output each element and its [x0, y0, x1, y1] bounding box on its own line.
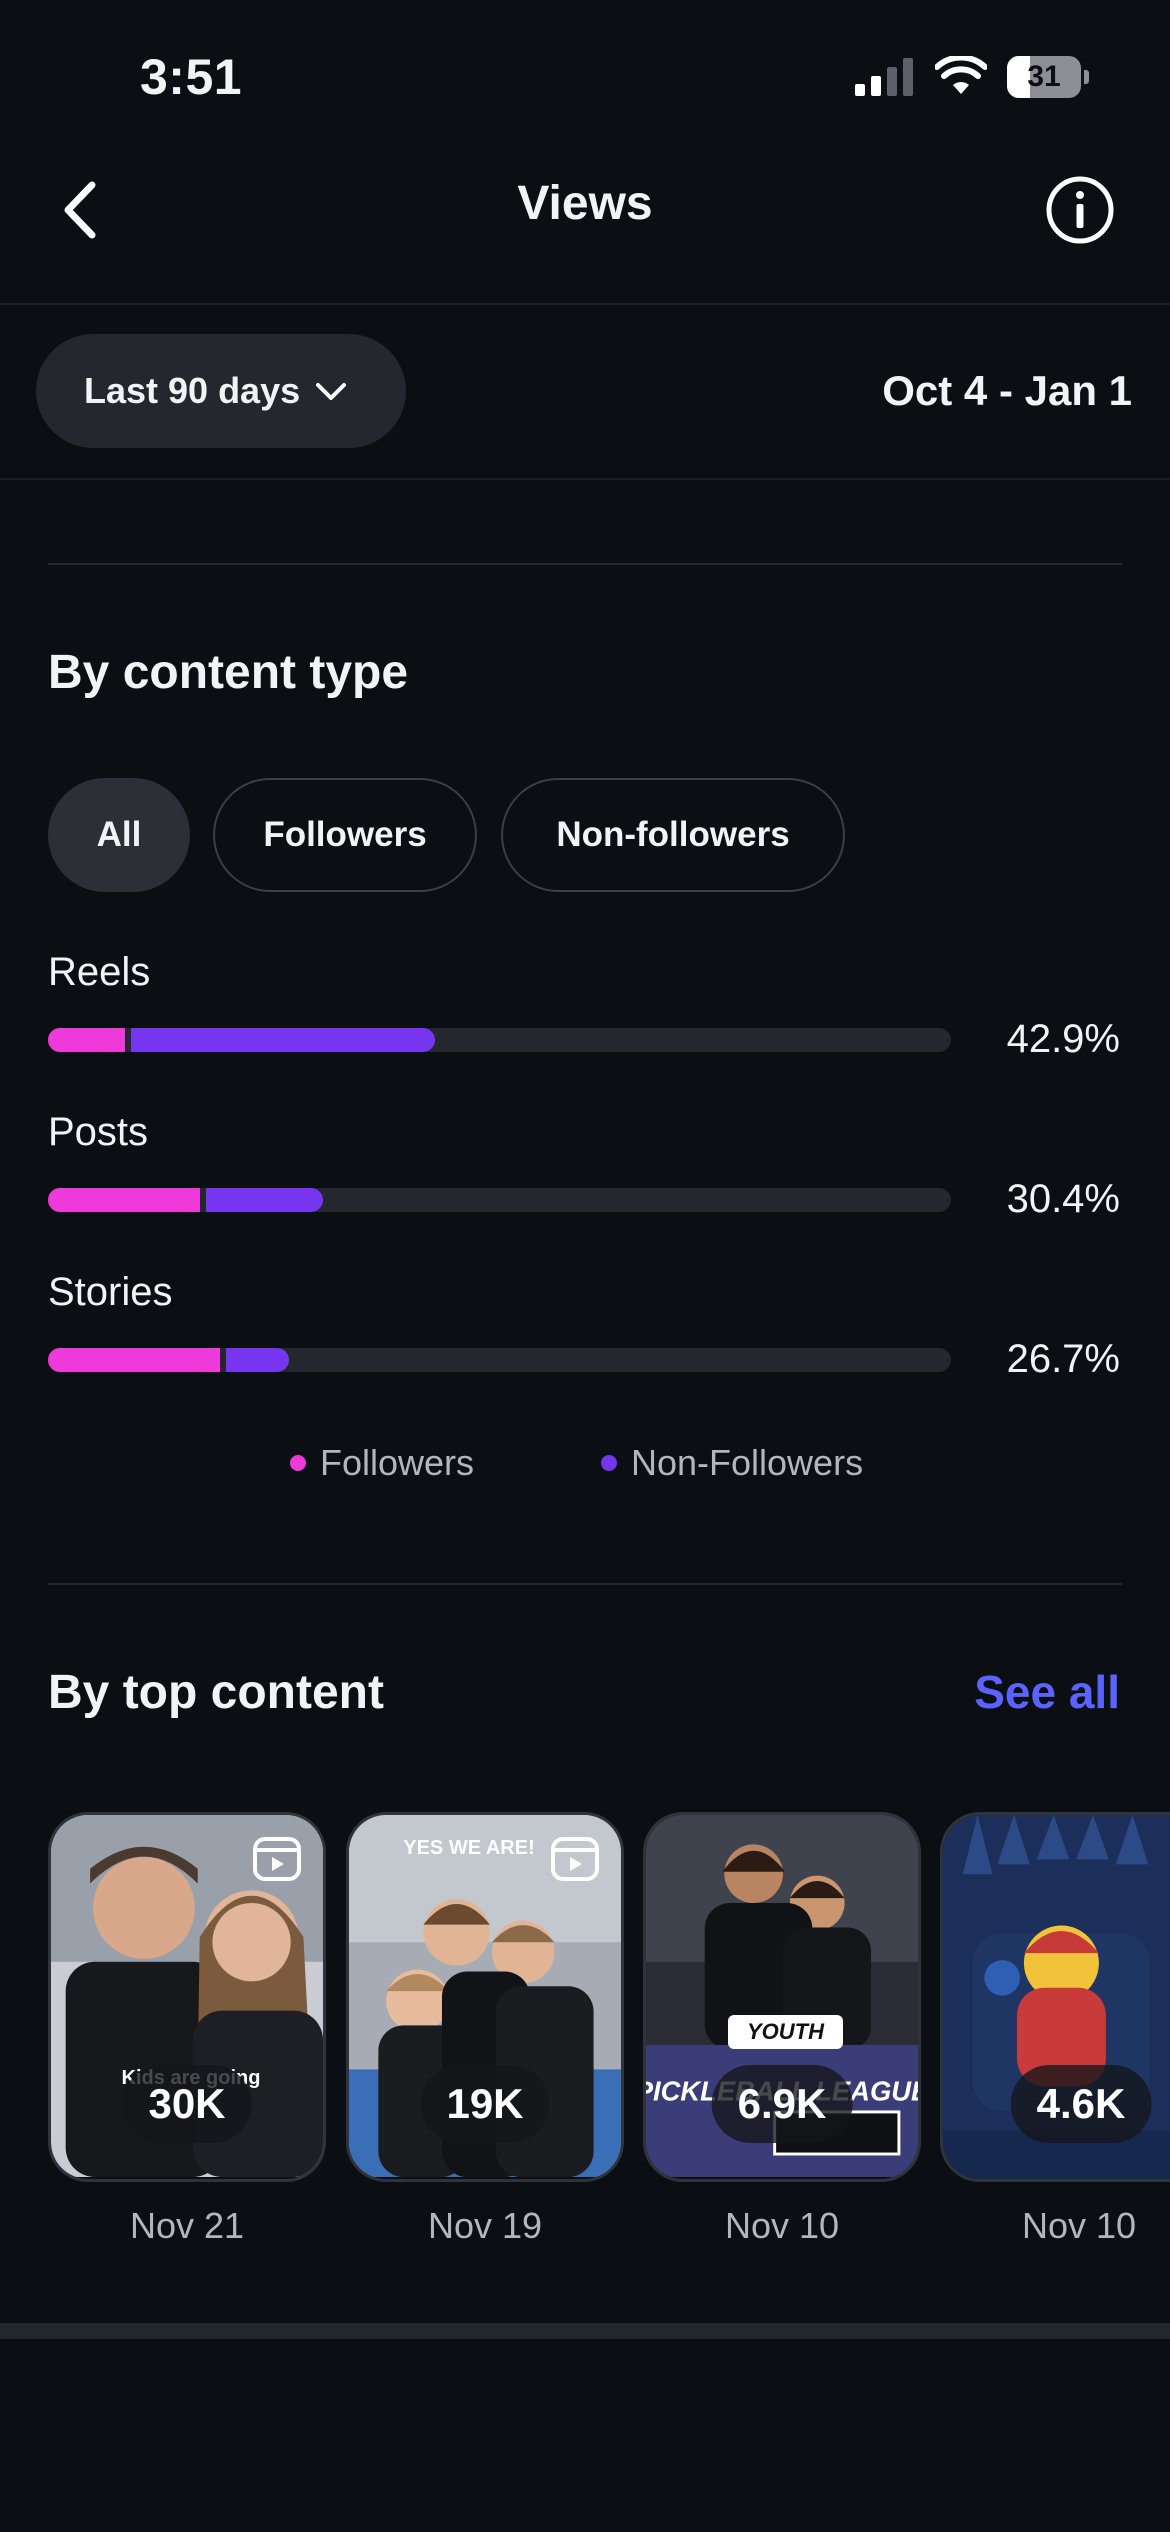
top-content-title: By top content — [48, 1666, 384, 1719]
thumbnail-date: Nov 19 — [427, 2205, 543, 2246]
battery-indicator: 31 — [1007, 56, 1089, 98]
thumbnail-date: Nov 21 — [129, 2205, 245, 2246]
thumbnail-date: Nov 10 — [724, 2205, 840, 2246]
view-count-badge: 19K — [420, 2065, 550, 2143]
reels-non-followers-segment — [130, 1028, 436, 1052]
chevron-down-icon — [316, 383, 347, 400]
section-divider — [48, 1583, 1122, 1585]
stories-percent: 26.7% — [1006, 1337, 1120, 1381]
thumbnail-badge: YOUTH — [728, 2015, 843, 2049]
cellular-signal-icon — [855, 58, 913, 96]
reel-icon — [253, 1837, 301, 1881]
nav-bar: Views — [0, 150, 1170, 305]
posts-label: Posts — [48, 1110, 149, 1154]
wifi-icon — [935, 56, 987, 94]
content-type-title: By content type — [48, 646, 409, 699]
status-time: 3:51 — [140, 49, 243, 105]
top-content-thumbnail[interactable]: 4.6K — [940, 1812, 1170, 2182]
chart-legend: Followers Non-Followers — [0, 1442, 1170, 1492]
status-bar: 3:51 31 — [0, 0, 1170, 150]
reels-bar — [48, 1028, 951, 1052]
legend-followers: Followers — [290, 1442, 474, 1484]
view-count-badge: 30K — [122, 2065, 252, 2143]
thumbnail-date: Nov 10 — [1021, 2205, 1137, 2246]
posts-followers-segment — [48, 1188, 200, 1212]
date-range-dropdown[interactable]: Last 90 days — [36, 334, 406, 448]
view-count-badge: 6.9K — [711, 2065, 853, 2143]
legend-non-followers-label: Non-Followers — [631, 1442, 864, 1483]
see-all-link[interactable]: See all — [974, 1665, 1120, 1719]
legend-dot-non-followers — [601, 1455, 617, 1471]
stories-label: Stories — [48, 1270, 173, 1314]
filter-row: Last 90 days Oct 4 - Jan 1 — [0, 307, 1170, 480]
section-divider — [48, 563, 1122, 565]
date-range-text: Oct 4 - Jan 1 — [882, 367, 1132, 414]
reels-percent: 42.9% — [1006, 1017, 1120, 1061]
battery-icon: 31 — [1007, 56, 1081, 98]
info-icon[interactable] — [1045, 175, 1115, 245]
posts-non-followers-segment — [205, 1188, 323, 1212]
legend-dot-followers — [290, 1455, 306, 1471]
posts-percent: 30.4% — [1006, 1177, 1120, 1221]
battery-cap — [1084, 70, 1089, 84]
reels-followers-segment — [48, 1028, 125, 1052]
reels-label: Reels — [48, 950, 151, 994]
legend-non-followers: Non-Followers — [601, 1442, 863, 1484]
page-title: Views — [517, 177, 653, 230]
top-content-thumbnail[interactable]: YES WE ARE! 19K — [346, 1812, 624, 2182]
legend-followers-label: Followers — [320, 1442, 475, 1483]
section-separator — [0, 2323, 1170, 2339]
thumbnail-caption: YES WE ARE! — [403, 1837, 535, 1859]
stories-followers-segment — [48, 1348, 220, 1372]
date-range-label: Last 90 days — [84, 370, 301, 411]
tab-all[interactable]: All — [48, 778, 190, 892]
tab-non-followers[interactable]: Non-followers — [501, 778, 845, 892]
posts-bar — [48, 1188, 951, 1212]
stories-bar — [48, 1348, 951, 1372]
battery-level: 31 — [1027, 60, 1061, 93]
view-count-badge: 4.6K — [1010, 2065, 1152, 2143]
reel-icon — [551, 1837, 599, 1881]
top-content-thumbnail[interactable]: Kids are going 30K — [48, 1812, 326, 2182]
stories-non-followers-segment — [225, 1348, 290, 1372]
top-content-thumbnail[interactable]: PICKLEBALL LEAGUE YOUTH 6.9K — [643, 1812, 921, 2182]
tab-followers[interactable]: Followers — [213, 778, 477, 892]
